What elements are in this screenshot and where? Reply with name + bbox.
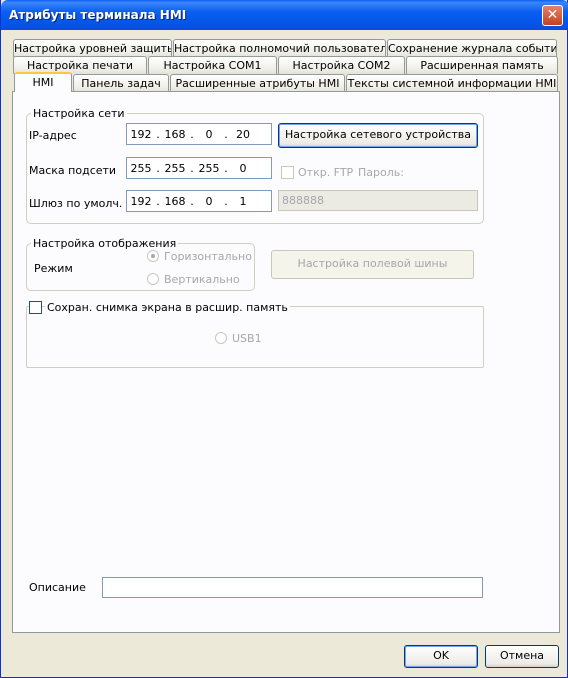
description-input[interactable] (102, 577, 483, 598)
dialog-window: Атрибуты терминала HMI ✕ Настройка уровн… (0, 0, 568, 678)
horizontal-radio[interactable] (147, 250, 159, 262)
tab-user-permissions[interactable]: Настройка полномочий пользователя (173, 39, 386, 57)
subnet-mask-field[interactable]: 255. 255. 255. 0 (126, 157, 272, 179)
ok-button[interactable]: OK (404, 645, 478, 668)
network-device-settings-button[interactable]: Настройка сетевого устройства (278, 123, 478, 148)
tab-taskbar[interactable]: Панель задач (73, 74, 169, 92)
tab-event-log[interactable]: Сохранение журнала событий (387, 39, 557, 57)
tab-panel-hmi: Настройка сети IP-адрес 192. 168. 0. 20 … (12, 91, 560, 633)
tab-com1[interactable]: Настройка COM1 (148, 56, 277, 74)
tab-system-info-texts[interactable]: Тексты системной информации HMI (346, 74, 558, 92)
tab-extended-hmi-attributes[interactable]: Расширенные атрибуты HMI (170, 74, 345, 92)
window-title: Атрибуты терминала HMI (9, 8, 187, 22)
password-field[interactable]: 888888 (278, 190, 478, 211)
network-group-label: Настройка сети (31, 107, 127, 120)
usb1-radio[interactable] (215, 332, 227, 344)
horizontal-label: Горизонтально (164, 250, 252, 263)
subnet-mask-label: Маска подсети (29, 164, 117, 177)
tab-hmi[interactable]: HMI (14, 72, 72, 92)
display-group-label: Настройка отображения (31, 237, 179, 250)
tab-security-levels[interactable]: Настройка уровней защиты (13, 39, 172, 57)
gateway-field[interactable]: 192. 168. 0. 1 (126, 190, 272, 212)
tab-com2[interactable]: Настройка COM2 (278, 56, 405, 74)
password-label: Пароль: (358, 166, 404, 179)
tab-extended-memory[interactable]: Расширенная память (406, 56, 558, 74)
ip-address-field[interactable]: 192. 168. 0. 20 (126, 123, 272, 145)
usb1-label: USB1 (232, 332, 262, 345)
description-label: Описание (29, 581, 86, 594)
close-icon: ✕ (546, 7, 559, 23)
ftp-checkbox[interactable] (281, 166, 294, 179)
fieldbus-settings-button[interactable]: Настройка полевой шины (271, 250, 474, 279)
ip-label: IP-адрес (29, 129, 77, 142)
vertical-radio[interactable] (147, 273, 159, 285)
cancel-button[interactable]: Отмена (485, 645, 559, 668)
snapshot-label: Сохран. снимка экрана в расшир. память (45, 301, 290, 314)
title-bar[interactable]: Атрибуты терминала HMI ✕ (1, 0, 568, 30)
vertical-label: Вертикально (164, 273, 240, 286)
gateway-label: Шлюз по умолч. (29, 197, 123, 210)
mode-label: Режим (34, 262, 73, 275)
ftp-label: Откр. FTP (298, 166, 354, 179)
snapshot-checkbox[interactable] (29, 301, 42, 314)
close-button[interactable]: ✕ (542, 5, 563, 26)
